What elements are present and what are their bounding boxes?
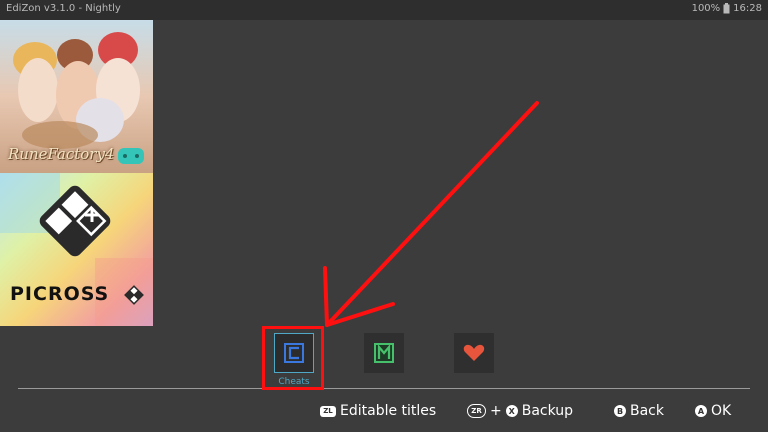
annotation-arrow-icon xyxy=(323,101,539,327)
